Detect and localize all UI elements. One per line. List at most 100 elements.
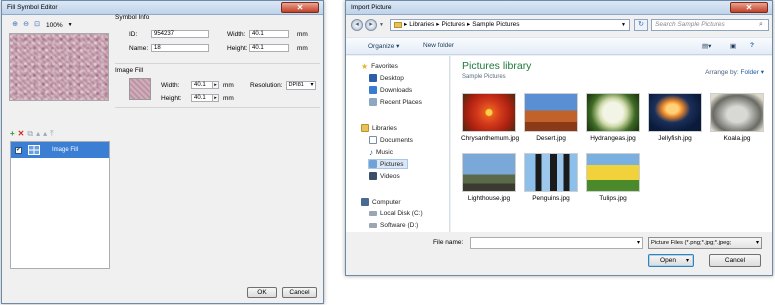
- file-tile[interactable]: Penguins.jpg: [523, 153, 579, 209]
- image-fill-swatch[interactable]: [129, 78, 151, 100]
- nav-downloads[interactable]: Downloads: [369, 86, 412, 94]
- fill-width-spinner[interactable]: ▸: [213, 81, 219, 89]
- videos-icon: [369, 172, 377, 180]
- file-name-input[interactable]: ▾: [470, 237, 643, 249]
- zoom-out-icon[interactable]: ⊖: [22, 21, 30, 29]
- width-field[interactable]: 40.1: [249, 30, 289, 38]
- nav-computer[interactable]: Computer: [361, 198, 401, 206]
- move-top-icon[interactable]: ⤒: [50, 129, 54, 139]
- file-type-value: Picture Files (*.png;*.jpg;*.jpeg;: [651, 240, 732, 246]
- file-tile[interactable]: Jellyfish.jpg: [647, 93, 703, 149]
- fill-width-field[interactable]: 40.1: [191, 81, 213, 89]
- cancel-button[interactable]: Cancel: [709, 254, 761, 267]
- breadcrumb-item[interactable]: Libraries: [409, 20, 434, 30]
- nav-software-drive[interactable]: Software (D:): [369, 222, 418, 229]
- file-name: Lighthouse.jpg: [467, 195, 511, 202]
- nav-label: Software (D:): [380, 222, 419, 229]
- group-title: Symbol Info: [115, 14, 150, 21]
- address-bar[interactable]: ▸ Libraries ▸ Pictures ▸ Sample Pictures…: [390, 19, 630, 31]
- nav-libraries[interactable]: Libraries: [361, 124, 397, 132]
- file-tile[interactable]: Chrysanthemum.jpg: [461, 93, 519, 149]
- nav-label: Favorites: [371, 63, 398, 70]
- resolution-value: DPI81: [288, 82, 304, 88]
- breadcrumb-item[interactable]: Pictures: [441, 20, 464, 30]
- add-icon[interactable]: +: [10, 129, 15, 139]
- window-title: Import Picture: [351, 4, 392, 11]
- file-type-dropdown[interactable]: Picture Files (*.png;*.jpg;*.jpeg; ▾: [648, 237, 762, 249]
- resolution-label: Resolution:: [250, 82, 283, 89]
- name-field[interactable]: 18: [151, 44, 209, 52]
- nav-pictures[interactable]: Pictures: [368, 159, 409, 169]
- zoom-level[interactable]: 100%: [46, 22, 63, 29]
- recent-places-icon: [369, 98, 377, 106]
- nav-recent-places[interactable]: Recent Places: [369, 98, 422, 106]
- tulips-thumbnail: [586, 153, 640, 192]
- symbol-info-group: Symbol Info ID: 954237 Name: 18 Width: 4…: [115, 14, 320, 56]
- file-tile[interactable]: Hydrangeas.jpg: [585, 93, 641, 149]
- cancel-button[interactable]: Cancel: [282, 287, 317, 298]
- file-tile[interactable]: Tulips.jpg: [585, 153, 641, 209]
- height-unit: mm: [297, 44, 308, 52]
- forward-button[interactable]: ▸: [365, 19, 377, 31]
- open-menu-chevron-icon[interactable]: ▾: [686, 257, 689, 264]
- nav-local-disk[interactable]: Local Disk (C:): [369, 210, 423, 217]
- dialog-footer: File name: ▾ Picture Files (*.png;*.jpg;…: [346, 232, 772, 275]
- fill-height-field[interactable]: 40.1: [191, 94, 213, 102]
- nav-music[interactable]: ♪ Music: [369, 148, 393, 157]
- file-name: Hydrangeas.jpg: [590, 135, 636, 142]
- close-button[interactable]: ✕: [730, 2, 768, 13]
- breadcrumb-item[interactable]: Sample Pictures: [472, 20, 519, 30]
- arrange-value[interactable]: Folder ▾: [741, 69, 765, 76]
- file-view: Pictures library Sample Pictures Arrange…: [451, 56, 772, 232]
- nav-videos[interactable]: Videos: [369, 172, 400, 180]
- ok-button[interactable]: OK: [247, 287, 277, 298]
- nav-favorites[interactable]: ★ Favorites: [361, 62, 398, 71]
- file-tile[interactable]: Lighthouse.jpg: [461, 153, 517, 209]
- close-button[interactable]: ✕: [281, 2, 319, 13]
- library-subtitle: Sample Pictures: [462, 74, 506, 80]
- layer-list[interactable]: ✔ Image Fill: [10, 141, 110, 269]
- id-field[interactable]: 954237: [151, 30, 209, 38]
- move-down-icon[interactable]: ▴: [43, 129, 47, 139]
- divider: [115, 63, 320, 64]
- new-folder-button[interactable]: New folder: [423, 42, 454, 49]
- arrange-by[interactable]: Arrange by: Folder ▾: [705, 68, 764, 76]
- folder-icon: [394, 22, 402, 28]
- move-up-icon[interactable]: ▴: [36, 129, 40, 139]
- fit-icon[interactable]: ⊡: [33, 21, 41, 29]
- delete-icon[interactable]: ✕: [18, 129, 25, 139]
- layer-visible-checkbox[interactable]: ✔: [15, 146, 22, 154]
- file-tile[interactable]: Koala.jpg: [709, 93, 765, 149]
- navigation-pane: ★ Favorites Desktop Downloads Recent Pla…: [346, 56, 450, 232]
- chevron-down-icon: ▾: [310, 82, 314, 88]
- fill-height-spinner[interactable]: ▸: [213, 94, 219, 102]
- chevron-down-icon[interactable]: ▼: [68, 22, 73, 28]
- image-fill-group: Image Fill Width: 40.1 ▸ mm Height: 40.1…: [115, 67, 320, 107]
- nav-documents[interactable]: Documents: [369, 136, 413, 144]
- file-name: Desert.jpg: [536, 135, 566, 142]
- nav-desktop[interactable]: Desktop: [369, 74, 404, 82]
- resolution-dropdown[interactable]: DPI81 ▾: [285, 81, 316, 90]
- libraries-icon: [361, 124, 369, 132]
- name-label: Name:: [129, 44, 149, 52]
- chevron-down-icon[interactable]: ▼: [621, 20, 626, 30]
- breadcrumb-separator: ▸: [404, 21, 408, 28]
- navigation-bar: ◂ ▸ ▼ ▸ Libraries ▸ Pictures ▸ Sample Pi…: [346, 15, 772, 35]
- chevron-down-icon[interactable]: ▼: [379, 22, 384, 28]
- search-icon[interactable]: ⌕: [759, 21, 763, 29]
- view-options-icon[interactable]: ▤▾: [702, 42, 711, 50]
- file-name: Koala.jpg: [723, 135, 751, 142]
- copy-icon[interactable]: ⧉: [27, 129, 33, 139]
- preview-pane-icon[interactable]: ▣: [730, 42, 736, 50]
- organize-button[interactable]: Organize ▾: [368, 42, 399, 50]
- zoom-in-icon[interactable]: ⊕: [11, 21, 19, 29]
- computer-icon: [361, 198, 369, 206]
- back-button[interactable]: ◂: [351, 19, 363, 31]
- chevron-down-icon[interactable]: ▾: [637, 239, 640, 246]
- file-tile[interactable]: Desert.jpg: [523, 93, 579, 149]
- list-item[interactable]: ✔ Image Fill: [11, 142, 109, 158]
- height-field[interactable]: 40.1: [249, 44, 289, 52]
- help-icon[interactable]: ?: [750, 42, 754, 49]
- refresh-button[interactable]: ↻: [634, 19, 648, 31]
- search-input[interactable]: Search Sample Pictures: [651, 19, 769, 31]
